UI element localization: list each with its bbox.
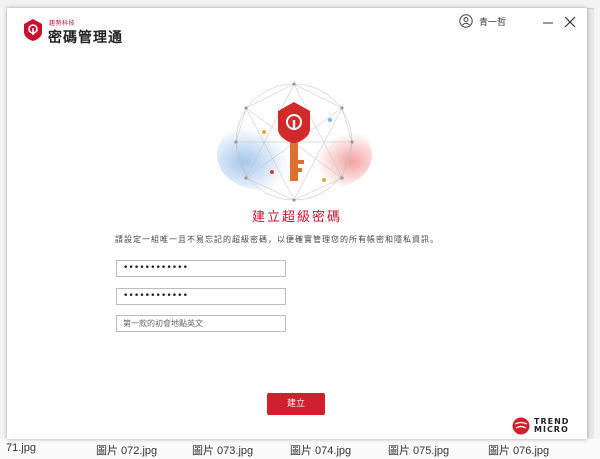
password-manager-window: 趨勢科技 密碼管理通 青一哲 建立超級密碼 請設定一組唯一且不易忘記的超級密碼，… (7, 8, 587, 439)
user-account-label[interactable]: 青一哲 (479, 15, 506, 28)
close-icon[interactable] (562, 14, 578, 30)
desktop-file-caption[interactable]: 71.jpg (6, 442, 36, 454)
confirm-password-input[interactable]: •••••••••••• (116, 288, 286, 305)
desktop-file-caption[interactable]: 圖片 073.jpg (192, 442, 253, 458)
desktop-file-caption[interactable]: 圖片 072.jpg (96, 442, 157, 458)
key-hero-icon (217, 82, 372, 202)
user-icon[interactable] (459, 14, 473, 28)
brand-company-label: 趨勢科技 (49, 20, 76, 27)
app-title: 密碼管理通 (48, 30, 123, 46)
page-title: 建立超級密碼 (251, 210, 342, 225)
master-password-input[interactable]: •••••••••••• (116, 260, 286, 277)
desktop-file-caption[interactable]: 圖片 074.jpg (290, 442, 351, 458)
desktop-file-caption[interactable]: 圖片 076.jpg (488, 442, 549, 458)
vendor-logo-text: TREND MICRO (534, 418, 569, 434)
vendor-line2: MICRO (534, 425, 569, 434)
password-hint-input[interactable]: 第一款的初會地點英文 (116, 315, 286, 332)
minimize-icon[interactable] (540, 14, 556, 30)
desktop-right-strip (594, 8, 600, 439)
trend-micro-logo-icon (512, 417, 530, 435)
desktop-file-caption[interactable]: 圖片 075.jpg (388, 442, 449, 458)
desktop-left-strip (0, 8, 7, 439)
shield-logo-icon (24, 19, 42, 41)
instructions-text: 請設定一組唯一且不易忘記的超級密碼，以便確實管理您的所有帳密和隱私資訊。 (115, 235, 439, 244)
create-button[interactable]: 建立 (267, 393, 325, 415)
